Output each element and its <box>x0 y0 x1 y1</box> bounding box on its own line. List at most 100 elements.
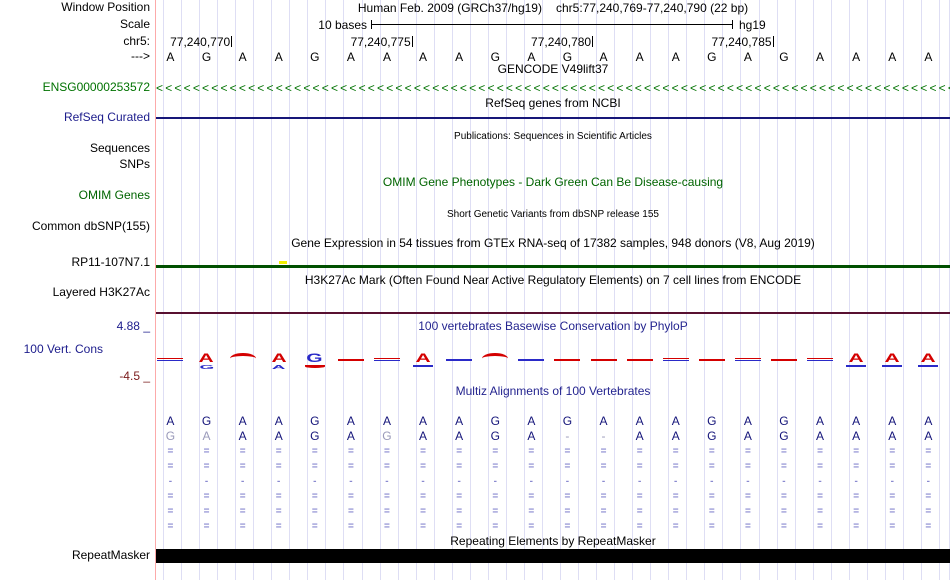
alignment-symbol: = <box>708 491 715 502</box>
alignment-symbol: = <box>275 506 282 517</box>
alignment-cell: - <box>601 429 606 443</box>
alignment-symbol: = <box>564 506 571 517</box>
coordinate-tick <box>772 36 774 47</box>
alignment-symbol: = <box>167 506 174 517</box>
alignment-symbol: = <box>203 521 210 532</box>
alignment-symbol: = <box>492 446 499 457</box>
alignment-cell: A <box>635 429 644 443</box>
conservation-underbar <box>846 365 867 367</box>
alignment-cell: G <box>490 414 500 428</box>
gencode-gene-label[interactable]: ENSG00000253572 <box>43 81 150 94</box>
alignment-symbol: - <box>601 476 606 487</box>
alignment-symbol: - <box>710 476 714 487</box>
phylop-track-title[interactable]: 100 vertebrates Basewise Conservation by… <box>156 320 950 333</box>
alignment-symbol: = <box>564 491 571 502</box>
alignment-cell: A <box>671 429 680 443</box>
conservation-underbar <box>413 365 434 367</box>
alignment-cell: A <box>382 414 391 428</box>
alignment-symbol: = <box>708 521 715 532</box>
conservation-top-letter: A <box>884 351 900 365</box>
gtex-gene-model-line[interactable] <box>156 265 950 268</box>
alignment-symbol: = <box>347 521 354 532</box>
alignment-cell: A <box>455 414 464 428</box>
scale-value: 10 bases <box>318 18 367 32</box>
base-letter: A <box>852 50 861 64</box>
alignment-symbol: = <box>384 506 390 517</box>
conservation-bottom-letter: A <box>271 364 286 371</box>
alignment-symbol: = <box>889 446 896 457</box>
alignment-symbol: = <box>744 506 751 517</box>
dbsnp-track-title[interactable]: Short Genetic Variants from dbSNP releas… <box>156 208 950 221</box>
coordinate-label: 77,240,775 <box>350 35 411 49</box>
alignment-symbol: = <box>781 491 787 502</box>
alignment-symbol: = <box>456 446 463 457</box>
sequences-label[interactable]: Sequences <box>90 142 150 155</box>
conservation-letter-stack: A <box>913 352 943 367</box>
refseq-track-title[interactable]: RefSeq genes from NCBI <box>156 97 950 110</box>
alignment-cell: A <box>274 414 283 428</box>
snps-label[interactable]: SNPs <box>119 158 150 171</box>
alignment-symbol: = <box>311 521 318 532</box>
alignment-symbol: = <box>817 491 823 502</box>
base-letter: A <box>924 50 933 64</box>
multiz-track-title[interactable]: Multiz Alignments of 100 Vertebrates <box>156 385 950 398</box>
dbsnp-label[interactable]: Common dbSNP(155) <box>32 220 150 233</box>
gencode-gene-strand-arrows[interactable]: <<<<<<<<<<<<<<<<<<<<<<<<<<<<<<<<<<<<<<<<… <box>156 82 950 94</box>
repeatmasker-element-bar[interactable] <box>156 549 950 563</box>
alignment-cell: A <box>238 429 247 443</box>
vert-cons-label[interactable]: 100 Vert. Cons <box>24 343 103 356</box>
conservation-top-boundary <box>156 312 950 314</box>
alignment-symbol: = <box>853 461 860 472</box>
alignment-cell: A <box>852 429 861 443</box>
alignment-cell: A <box>852 414 861 428</box>
base-letter: A <box>455 50 464 64</box>
alignment-cell: A <box>202 429 211 443</box>
coordinate-tick <box>231 36 233 47</box>
coordinate-label: 77,240,770 <box>170 35 231 49</box>
omim-track-title[interactable]: OMIM Gene Phenotypes - Dark Green Can Be… <box>156 176 950 189</box>
refseq-gene-line[interactable] <box>156 117 950 119</box>
alignment-symbol: = <box>781 461 787 472</box>
alignment-symbol: = <box>636 461 643 472</box>
conservation-dash <box>373 358 400 359</box>
omim-genes-label[interactable]: OMIM Genes <box>79 189 150 202</box>
alignment-symbol: = <box>528 491 535 502</box>
alignment-symbol: = <box>600 506 607 517</box>
gtex-gene-label[interactable]: RP11-107N7.1 <box>72 256 151 269</box>
alignment-symbol: - <box>818 476 822 487</box>
alignment-symbol: = <box>853 506 860 517</box>
alignment-cell: A <box>888 429 897 443</box>
conservation-dash <box>734 360 761 361</box>
conservation-letter-stack: AA <box>264 352 294 372</box>
alignment-symbol: - <box>385 476 389 487</box>
scale-label: Scale <box>119 17 150 31</box>
layered-h3k27ac-label[interactable]: Layered H3K27Ac <box>53 286 150 299</box>
gtex-track-title[interactable]: Gene Expression in 54 tissues from GTEx … <box>156 237 950 250</box>
h3k27ac-track-title[interactable]: H3K27Ac Mark (Often Found Near Active Re… <box>156 274 950 287</box>
conservation-dash <box>157 358 184 359</box>
conservation-dash <box>446 359 473 361</box>
alignment-symbol: = <box>781 446 787 457</box>
repeatmasker-label[interactable]: RepeatMasker <box>72 549 150 562</box>
genome-browser-image: Window Position Human Feb. 2009 (GRCh37/… <box>0 0 950 580</box>
publications-track-title[interactable]: Publications: Sequences in Scientific Ar… <box>156 130 950 143</box>
alignment-symbol: = <box>925 446 932 457</box>
refseq-curated-label[interactable]: RefSeq Curated <box>64 111 150 124</box>
alignment-symbol: = <box>239 521 246 532</box>
alignment-symbol: - <box>565 476 570 487</box>
alignment-symbol: = <box>781 521 787 532</box>
gencode-track-title[interactable]: GENCODE V49lift37 <box>156 63 950 76</box>
repeatmasker-track-title[interactable]: Repeating Elements by RepeatMasker <box>156 535 950 548</box>
alignment-symbol: = <box>744 491 751 502</box>
alignment-symbol: = <box>636 506 643 517</box>
alignment-symbol: = <box>817 506 823 517</box>
conservation-dash <box>698 359 725 361</box>
window-position-row: Human Feb. 2009 (GRCh37/hg19) chr5:77,24… <box>156 1 950 15</box>
alignment-symbol: = <box>311 506 318 517</box>
alignment-symbol: = <box>817 461 823 472</box>
alignment-symbol: = <box>600 461 607 472</box>
conservation-letter-stack: AG <box>192 352 222 372</box>
conservation-dash <box>662 360 689 361</box>
alignment-symbol: = <box>239 491 246 502</box>
alignment-symbol: = <box>672 461 679 472</box>
